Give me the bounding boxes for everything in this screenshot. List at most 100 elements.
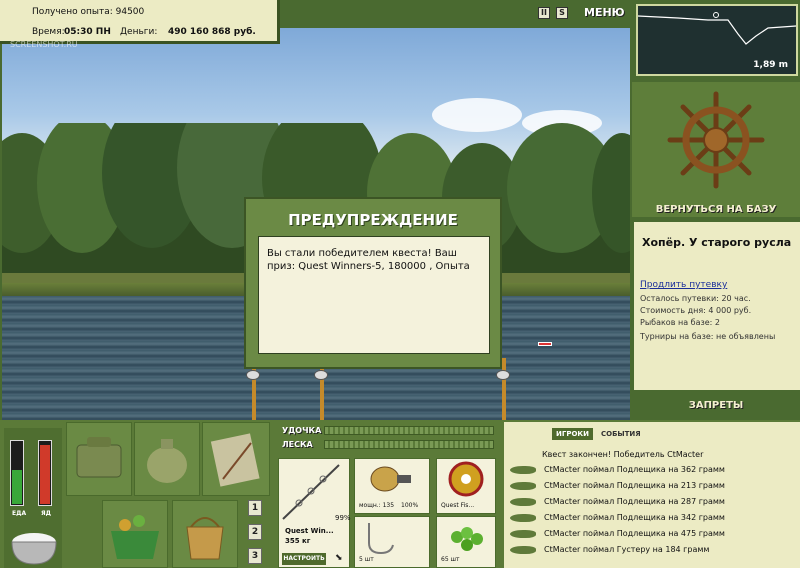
rod-name: Quest Win... (285, 527, 334, 535)
depth-profile: 1,89 m (636, 4, 798, 76)
food-bar (10, 440, 24, 506)
location-panel: Хопёр. У старого русла Продлить путевку … (634, 222, 800, 390)
line-label: ЛЕСКА (282, 440, 313, 449)
setup-button[interactable]: НАСТРОИТЬ (282, 553, 326, 565)
rod-3[interactable] (502, 358, 506, 420)
inventory-panel (66, 422, 272, 568)
warning-message[interactable]: Вы стали победителем квеста! Ваш приз: Q… (258, 236, 490, 354)
food-fill (12, 469, 22, 504)
tab-events[interactable]: СОБЫТИЯ (597, 428, 645, 440)
event-row: CtMacter поймал Подлещика на 287 грамм (508, 494, 794, 510)
rod-3-reel (496, 370, 510, 380)
event-row: CtMacter поймал Подлещика на 213 грамм (508, 478, 794, 494)
fish-icon (510, 514, 536, 522)
depth-value: 1,89 m (753, 60, 788, 70)
line-slot[interactable]: Quest Fis... (436, 458, 496, 514)
float-bobber (538, 342, 552, 346)
fish-icon (510, 530, 536, 538)
events-panel: ИГРОКИ СОБЫТИЯ Квест закончен! Победител… (504, 422, 800, 568)
bag-slot[interactable] (134, 422, 200, 496)
xp-label: Получено опыта: (32, 7, 113, 17)
page-button-2[interactable]: 2 (248, 524, 262, 540)
journal-slot[interactable] (202, 422, 270, 496)
hook-slot[interactable]: 5 шт (354, 516, 430, 568)
poison-bar (38, 440, 52, 506)
trip-left: Осталось путевки: 20 час. (640, 294, 751, 303)
sound-button[interactable]: S (556, 6, 568, 19)
fish-icon (510, 498, 536, 506)
event-row: CtMacter поймал Подлещика на 475 грамм (508, 526, 794, 542)
reel-power: мощн.: 135 (359, 502, 395, 509)
event-text: CtMacter поймал Подлещика на 287 грамм (544, 497, 725, 506)
bucket-icon (186, 517, 224, 560)
warning-dialog: ПРЕДУПРЕЖДЕНИЕ Вы стали победителем квес… (244, 197, 502, 369)
page-button-1[interactable]: 1 (248, 500, 262, 516)
rod-2-reel (314, 370, 328, 380)
bucket-slot[interactable] (172, 500, 238, 568)
extend-trip-link[interactable]: Продлить путевку (640, 280, 727, 290)
bag-icon (147, 439, 187, 483)
food-pot-icon[interactable] (6, 524, 62, 568)
event-row: CtMacter поймал Подлещика на 342 грамм (508, 510, 794, 526)
top-controls: II S МЕНЮ (538, 6, 625, 19)
event-text: CtMacter поймал Подлещика на 213 грамм (544, 481, 725, 490)
menu-button[interactable]: МЕНЮ (584, 6, 625, 19)
page-button-3[interactable]: 3 (248, 548, 262, 564)
poison-label: ЯД (41, 510, 51, 517)
events-header: Квест закончен! Победитель CtMacter (542, 450, 704, 459)
rod-tension-meter (324, 426, 494, 435)
food-basket-icon (111, 515, 159, 559)
game-window: Получено опыта: 94500 Время: 05:30 ПН Де… (0, 0, 800, 568)
food-label: ЕДА (12, 510, 27, 517)
status-bars: ЕДА ЯД (4, 428, 62, 568)
rod-card[interactable]: 99% Quest Win... 355 кг НАСТРОИТЬ ⬊ (278, 458, 351, 568)
rod-label: УДОЧКА (282, 426, 322, 435)
player-info-panel: Получено опыта: 94500 Время: 05:30 ПН Де… (0, 0, 280, 44)
time-label: Время: (32, 27, 65, 37)
pause-button[interactable]: II (538, 6, 550, 19)
bait-count: 65 шт (441, 556, 460, 563)
tab-players[interactable]: ИГРОКИ (552, 428, 593, 440)
xp-value: 94500 (115, 7, 145, 17)
return-to-base-button[interactable]: ВЕРНУТЬСЯ НА БАЗУ (632, 200, 800, 220)
warning-title: ПРЕДУПРЕЖДЕНИЕ (288, 211, 458, 229)
journal-icon (210, 433, 260, 487)
event-text: CtMacter поймал Подлещика на 475 грамм (544, 529, 725, 538)
wheel-area[interactable] (632, 82, 800, 217)
hook-count: 5 шт (359, 556, 374, 563)
poison-fill (40, 445, 50, 504)
tournaments: Турниры на базе: не объявлены (640, 332, 776, 341)
rod-percent: 99% (335, 514, 351, 522)
events-tabs: ИГРОКИ СОБЫТИЯ (552, 428, 645, 440)
food-basket-slot[interactable] (102, 500, 168, 568)
fishers-count: Рыбаков на базе: 2 (640, 318, 720, 327)
reel-percent: 100% (401, 502, 419, 509)
line-spool-icon (448, 461, 484, 497)
tackle-box-slot[interactable] (66, 422, 132, 496)
reel-slot[interactable]: мощн.: 135 100% (354, 458, 430, 514)
line-name: Quest Fis... (441, 502, 475, 509)
fish-icon (510, 466, 536, 474)
rod-1-reel (246, 370, 260, 380)
bans-button[interactable]: ЗАПРЕТЫ (632, 394, 800, 418)
event-row: CtMacter поймал Густеру на 184 грамм (508, 542, 794, 558)
time-value: 05:30 ПН (64, 27, 111, 37)
day-cost: Стоимость дня: 4 000 руб. (640, 306, 752, 315)
peas-bait-icon (451, 527, 483, 551)
fish-icon (510, 482, 536, 490)
location-title: Хопёр. У старого русла (642, 236, 792, 249)
event-text: CtMacter поймал Подлещика на 362 грамм (544, 465, 725, 474)
rod-weight: 355 кг (285, 537, 311, 545)
xp-line: Получено опыта: 94500 (32, 7, 144, 17)
fish-icon (510, 546, 536, 554)
bobber-marker (713, 12, 719, 18)
arrow-icon: ⬊ (335, 553, 343, 563)
event-text: CtMacter поймал Густеру на 184 грамм (544, 545, 710, 554)
bait-slot[interactable]: 65 шт (436, 516, 496, 568)
hook-icon (368, 523, 394, 555)
money-label: Деньги: (120, 27, 158, 37)
tackle-panel: УДОЧКА ЛЕСКА 99% Quest Win... 355 кг НАС… (276, 420, 498, 568)
event-text: CtMacter поймал Подлещика на 342 грамм (544, 513, 725, 522)
watermark: SCREENSHOT.RU (10, 40, 78, 49)
ship-wheel-icon (667, 91, 765, 189)
